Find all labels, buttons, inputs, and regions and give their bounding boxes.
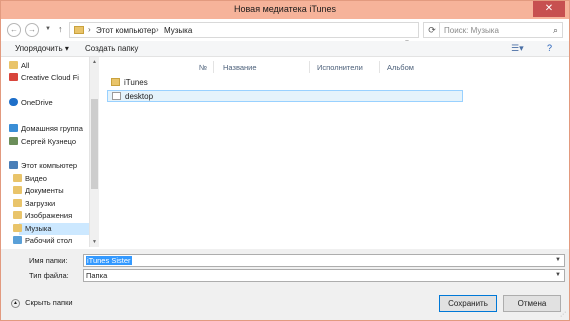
hide-folders-button[interactable]: ▲ Скрыть папки xyxy=(11,298,73,308)
breadcrumb-music[interactable]: Музыка xyxy=(164,26,192,35)
user-icon xyxy=(9,137,18,145)
sidebar-item-label: Загрузки xyxy=(25,199,56,208)
title-bar[interactable]: Новая медиатека iTunes ✕ xyxy=(1,1,569,19)
dialog-footer: ▲ Скрыть папки Сохранить Отмена ⋰ xyxy=(1,289,569,320)
organize-button[interactable]: Упорядочить ▾ xyxy=(15,44,69,53)
column-header-number[interactable]: № xyxy=(199,63,207,72)
search-placeholder: Поиск: Музыка xyxy=(444,26,499,35)
toolbar: Упорядочить ▾ Создать папку ☰▾ ? xyxy=(1,41,569,57)
sidebar-item-user[interactable]: Сергей Кузнецо xyxy=(9,137,77,149)
list-item[interactable]: iTunes xyxy=(107,77,463,89)
desktop-folder-icon xyxy=(13,236,22,244)
view-options-icon[interactable]: ☰▾ xyxy=(511,43,524,54)
sidebar-item-label: Сергей Кузнецо xyxy=(21,137,77,146)
file-list: № Название Исполнители Альбом iTunes des… xyxy=(101,57,569,247)
chevron-down-icon[interactable]: ▼ xyxy=(555,272,561,278)
window-title: Новая медиатека iTunes xyxy=(234,4,336,14)
sidebar-item-downloads[interactable]: Загрузки xyxy=(13,199,56,211)
sidebar-item-label: Домашняя группа xyxy=(21,124,83,133)
sidebar-item-label: Creative Cloud Fi xyxy=(21,73,79,82)
cancel-button[interactable]: Отмена xyxy=(503,295,561,312)
sidebar-item-label: Этот компьютер xyxy=(21,161,78,170)
sidebar-item-videos[interactable]: Видео xyxy=(13,174,47,186)
help-icon[interactable]: ? xyxy=(547,43,552,53)
scrollbar-thumb[interactable] xyxy=(91,99,98,189)
chevron-up-icon: ▲ xyxy=(11,298,20,308)
navigation-pane: All Creative Cloud Fi OneDrive Домашняя … xyxy=(1,57,89,247)
scroll-down-icon[interactable]: ▼ xyxy=(92,239,97,245)
computer-icon xyxy=(9,161,18,169)
onedrive-icon xyxy=(9,98,18,106)
sidebar-item-documents[interactable]: Документы xyxy=(13,186,64,198)
column-header-album[interactable]: Альбом xyxy=(387,63,414,72)
sidebar-item-label: Видео xyxy=(25,174,47,183)
folder-icon xyxy=(111,78,120,86)
sidebar-item-onedrive[interactable]: OneDrive xyxy=(9,98,53,110)
breadcrumb[interactable]: › Этот компьютер › Музыка xyxy=(69,22,419,38)
sidebar-item-music[interactable]: Музыка xyxy=(13,224,52,236)
column-divider[interactable] xyxy=(213,61,214,73)
sidebar-item-desktop[interactable]: Рабочий стол xyxy=(13,236,73,247)
sidebar-item-label: Документы xyxy=(25,186,64,195)
folder-name-value: iTunes Sister xyxy=(86,256,132,265)
cloud-icon xyxy=(9,73,18,81)
column-divider[interactable] xyxy=(309,61,310,73)
save-dialog-window: Новая медиатека iTunes ✕ ← → ▼ ↑ › Этот … xyxy=(0,0,570,321)
column-header-artists[interactable]: Исполнители xyxy=(317,63,363,72)
file-type-select[interactable]: Папка ▼ xyxy=(83,269,565,282)
browser-body: All Creative Cloud Fi OneDrive Домашняя … xyxy=(1,57,569,249)
sidebar-item-label: Рабочий стол xyxy=(25,236,73,245)
navigation-scrollbar[interactable]: ▲ ▼ xyxy=(89,57,99,247)
search-icon: ⌕ xyxy=(552,25,558,35)
scroll-up-icon[interactable]: ▲ xyxy=(92,59,97,65)
folder-icon xyxy=(9,61,18,69)
music-folder-icon xyxy=(74,26,84,34)
downloads-folder-icon xyxy=(13,199,22,207)
sidebar-item-pictures[interactable]: Изображения xyxy=(13,211,73,223)
item-name: desktop xyxy=(125,92,154,101)
pictures-folder-icon xyxy=(13,211,22,219)
close-button[interactable]: ✕ xyxy=(533,1,565,17)
hide-folders-label: Скрыть папки xyxy=(25,298,73,307)
breadcrumb-separator: › xyxy=(88,25,91,34)
file-fields: Имя папки: iTunes Sister ▼ Тип файла: Па… xyxy=(1,249,569,289)
homegroup-icon xyxy=(9,124,18,132)
music-folder-icon xyxy=(13,224,22,232)
video-folder-icon xyxy=(13,174,22,182)
item-name: iTunes xyxy=(124,78,148,87)
folder-name-label: Имя папки: xyxy=(29,256,68,265)
save-button[interactable]: Сохранить xyxy=(439,295,497,312)
list-item[interactable]: desktop xyxy=(107,90,463,102)
sidebar-item-label: Музыка xyxy=(25,224,52,233)
forward-button[interactable]: → xyxy=(25,23,39,37)
new-folder-button[interactable]: Создать папку xyxy=(85,44,138,53)
up-arrow-icon[interactable]: ↑ xyxy=(58,24,63,34)
sidebar-item-creative-cloud[interactable]: Creative Cloud Fi xyxy=(9,73,79,85)
folder-name-input[interactable]: iTunes Sister ▼ xyxy=(83,254,565,267)
address-row: ← → ▼ ↑ › Этот компьютер › Музыка ▼ ⟳ По… xyxy=(1,19,569,46)
file-type-value: Папка xyxy=(86,271,108,280)
back-button[interactable]: ← xyxy=(7,23,21,37)
documents-folder-icon xyxy=(13,186,22,194)
breadcrumb-this-pc[interactable]: Этот компьютер xyxy=(96,26,156,35)
search-input[interactable]: Поиск: Музыка ⌕ xyxy=(439,22,563,38)
sidebar-item-label: All xyxy=(21,61,30,70)
file-icon xyxy=(112,92,121,100)
sidebar-item-all[interactable]: All xyxy=(9,61,30,73)
sidebar-item-label: Изображения xyxy=(25,211,73,220)
chevron-down-icon[interactable]: ▼ xyxy=(555,257,561,263)
sidebar-item-this-pc[interactable]: Этот компьютер xyxy=(9,161,78,173)
file-type-label: Тип файла: xyxy=(29,271,69,280)
sidebar-item-homegroup[interactable]: Домашняя группа xyxy=(9,124,83,136)
column-header-title[interactable]: Название xyxy=(223,63,257,72)
column-divider[interactable] xyxy=(379,61,380,73)
resize-grip-icon[interactable]: ⋰ xyxy=(560,311,566,318)
sidebar-item-label: OneDrive xyxy=(21,98,53,107)
recent-locations-dropdown-icon[interactable]: ▼ xyxy=(45,26,51,32)
breadcrumb-separator: › xyxy=(156,25,159,34)
